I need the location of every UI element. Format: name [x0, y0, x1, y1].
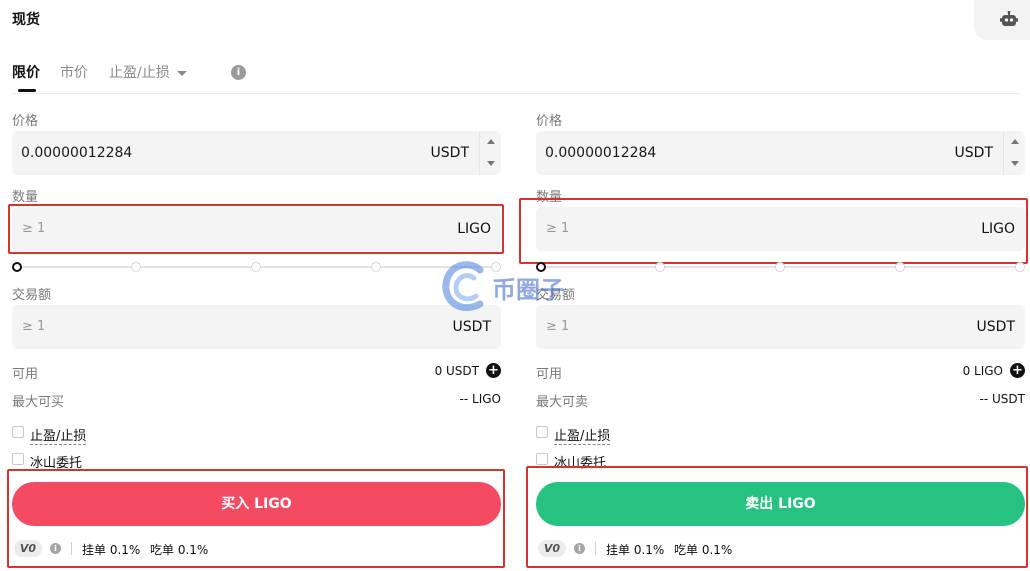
max-buy-row: 最大可买 -- LIGO	[12, 391, 501, 410]
decrement-arrow-icon[interactable]	[487, 161, 495, 166]
increment-arrow-icon[interactable]	[487, 139, 495, 144]
available-row: 可用 0 LIGO +	[536, 363, 1025, 382]
slider-node[interactable]	[251, 262, 261, 272]
plus-circle-icon[interactable]: +	[1010, 363, 1025, 378]
checkbox-box[interactable]	[12, 426, 24, 438]
decrement-arrow-icon[interactable]	[1011, 161, 1019, 166]
tp-sl-checkbox-label: 止盈/止损	[30, 425, 87, 445]
available-value: 0 USDT	[434, 364, 479, 378]
slider-node[interactable]	[1015, 262, 1025, 272]
price-value: 0.00000012284	[545, 145, 657, 161]
amount-unit: USDT	[452, 319, 491, 335]
buy-panel: 价格 0.00000012284 USDT 数量 ≥ 1 LIGO 交易额 ≥ …	[7, 0, 505, 571]
sell-percent-slider[interactable]	[536, 261, 1025, 273]
sell-panel: 价格 0.00000012284 USDT 数量 ≥ 1 LIGO 交易额 ≥ …	[519, 0, 1028, 571]
slider-node[interactable]	[895, 262, 905, 272]
price-unit: USDT	[954, 145, 993, 161]
price-value: 0.00000012284	[21, 145, 133, 161]
amount-placeholder: ≥ 1	[22, 319, 46, 334]
price-stepper	[1003, 131, 1025, 175]
max-sell-label: 最大可卖	[536, 395, 589, 410]
watermark: 币圈子	[440, 258, 590, 314]
checkbox-box[interactable]	[12, 453, 24, 465]
slider-node[interactable]	[12, 262, 22, 272]
slider-node[interactable]	[655, 262, 665, 272]
available-label: 可用	[12, 367, 39, 382]
tp-sl-checkbox-label: 止盈/止损	[554, 425, 611, 445]
highlight-box	[519, 198, 1028, 264]
buy-percent-slider[interactable]	[12, 261, 501, 273]
watermark-logo-icon	[442, 261, 484, 312]
slider-node[interactable]	[775, 262, 785, 272]
sell-price-input[interactable]: 0.00000012284 USDT	[536, 131, 1025, 175]
available-label: 可用	[536, 367, 563, 382]
max-buy-value: -- LIGO	[459, 392, 501, 406]
available-row: 可用 0 USDT +	[12, 363, 501, 382]
checkbox-box[interactable]	[536, 453, 548, 465]
highlight-box	[8, 204, 504, 254]
max-buy-label: 最大可买	[12, 395, 65, 410]
amount-placeholder: ≥ 1	[546, 319, 570, 334]
price-label: 价格	[536, 114, 563, 129]
available-value: 0 LIGO	[962, 364, 1003, 378]
slider-node[interactable]	[131, 262, 141, 272]
buy-amount-input[interactable]: ≥ 1 USDT	[12, 305, 501, 349]
highlight-box	[526, 466, 1028, 568]
max-sell-value: -- USDT	[979, 392, 1025, 406]
price-unit: USDT	[430, 145, 469, 161]
quantity-label: 数量	[12, 190, 39, 205]
sell-amount-input[interactable]: ≥ 1 USDT	[536, 305, 1025, 349]
price-stepper	[479, 131, 501, 175]
slider-node[interactable]	[371, 262, 381, 272]
increment-arrow-icon[interactable]	[1011, 139, 1019, 144]
watermark-text: 币圈子	[492, 276, 564, 304]
plus-circle-icon[interactable]: +	[486, 363, 501, 378]
price-label: 价格	[12, 114, 39, 129]
highlight-box	[7, 469, 505, 568]
max-sell-row: 最大可卖 -- USDT	[536, 391, 1025, 410]
amount-label: 交易额	[12, 288, 52, 303]
checkbox-box[interactable]	[536, 426, 548, 438]
buy-price-input[interactable]: 0.00000012284 USDT	[12, 131, 501, 175]
amount-unit: USDT	[976, 319, 1015, 335]
